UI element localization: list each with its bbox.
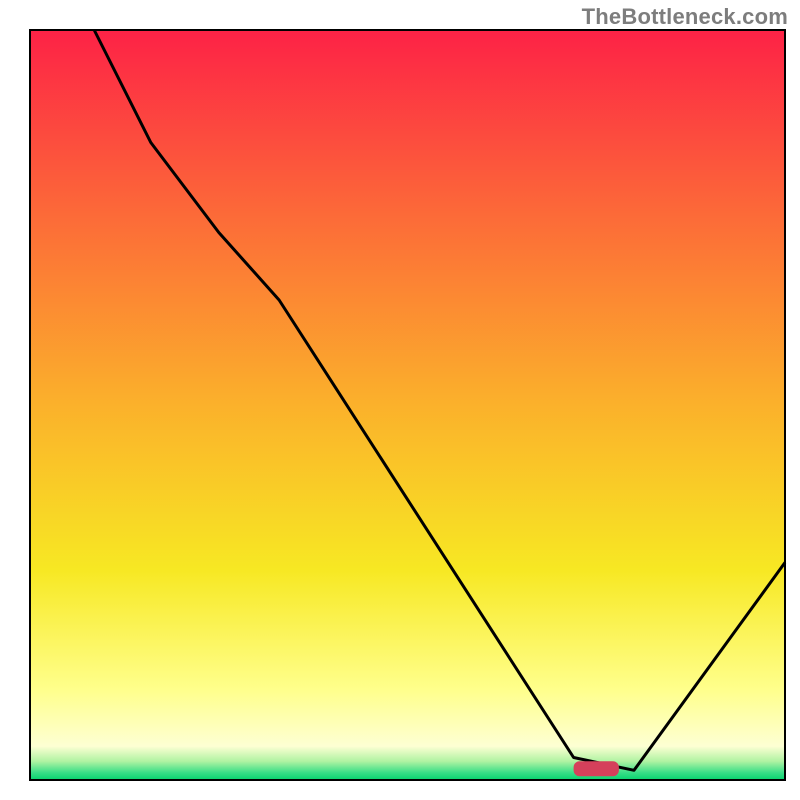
plot-background xyxy=(30,30,785,780)
attribution-label: TheBottleneck.com xyxy=(582,4,788,30)
chart-canvas xyxy=(0,0,800,800)
bottleneck-chart: TheBottleneck.com xyxy=(0,0,800,800)
optimal-marker xyxy=(574,761,619,776)
